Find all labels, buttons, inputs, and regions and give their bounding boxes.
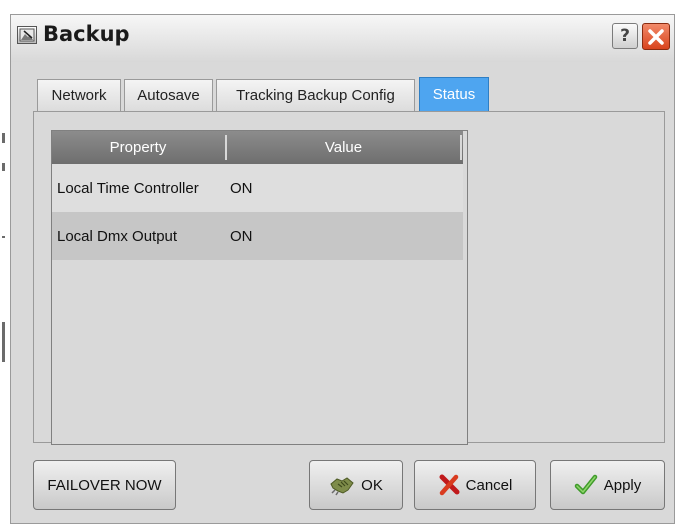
column-header-property[interactable]: Property [52,131,224,164]
help-icon: ? [620,26,630,46]
backup-dialog: Backup ? Network Autosave Tracking Backu… [10,14,675,524]
tab-label: Network [51,87,107,104]
table-header: Property Value [52,131,463,164]
apply-button[interactable]: Apply [550,460,665,510]
tab-network[interactable]: Network [37,79,121,111]
cancel-button[interactable]: Cancel [414,460,536,510]
cell-value: ON [230,179,253,197]
tab-label: Autosave [137,87,200,104]
tab-label: Tracking Backup Config [236,87,395,104]
cancel-label: Cancel [465,476,513,494]
column-divider [460,135,462,160]
tab-autosave[interactable]: Autosave [124,79,213,111]
window-title: Backup [43,22,130,46]
title-bar: Backup ? [11,15,674,62]
apply-label: Apply [603,476,642,494]
red-x-icon [439,474,460,496]
help-button[interactable]: ? [612,23,638,49]
column-header-value[interactable]: Value [227,131,460,164]
ok-label: OK [361,476,383,494]
table-row[interactable]: Local Dmx Output ON [52,212,463,260]
cell-value: ON [230,227,253,245]
table-row[interactable]: Local Time Controller ON [52,164,463,212]
failover-now-label: FAILOVER NOW [47,476,162,494]
green-check-icon [574,474,597,495]
handshake-icon [330,477,354,496]
cell-property: Local Dmx Output [57,227,178,245]
tab-status[interactable]: Status [419,77,489,111]
status-table: Property Value Local Time Controller ON … [51,130,468,445]
failover-now-button[interactable]: FAILOVER NOW [33,460,176,510]
close-button[interactable] [642,23,670,50]
background-edge-marks [0,0,10,527]
cell-property: Local Time Controller [57,179,199,197]
close-icon [648,28,664,45]
window-app-icon [17,26,37,44]
tab-tracking-backup-config[interactable]: Tracking Backup Config [216,79,415,111]
tab-label: Status [432,86,476,103]
ok-button[interactable]: OK [309,460,403,510]
